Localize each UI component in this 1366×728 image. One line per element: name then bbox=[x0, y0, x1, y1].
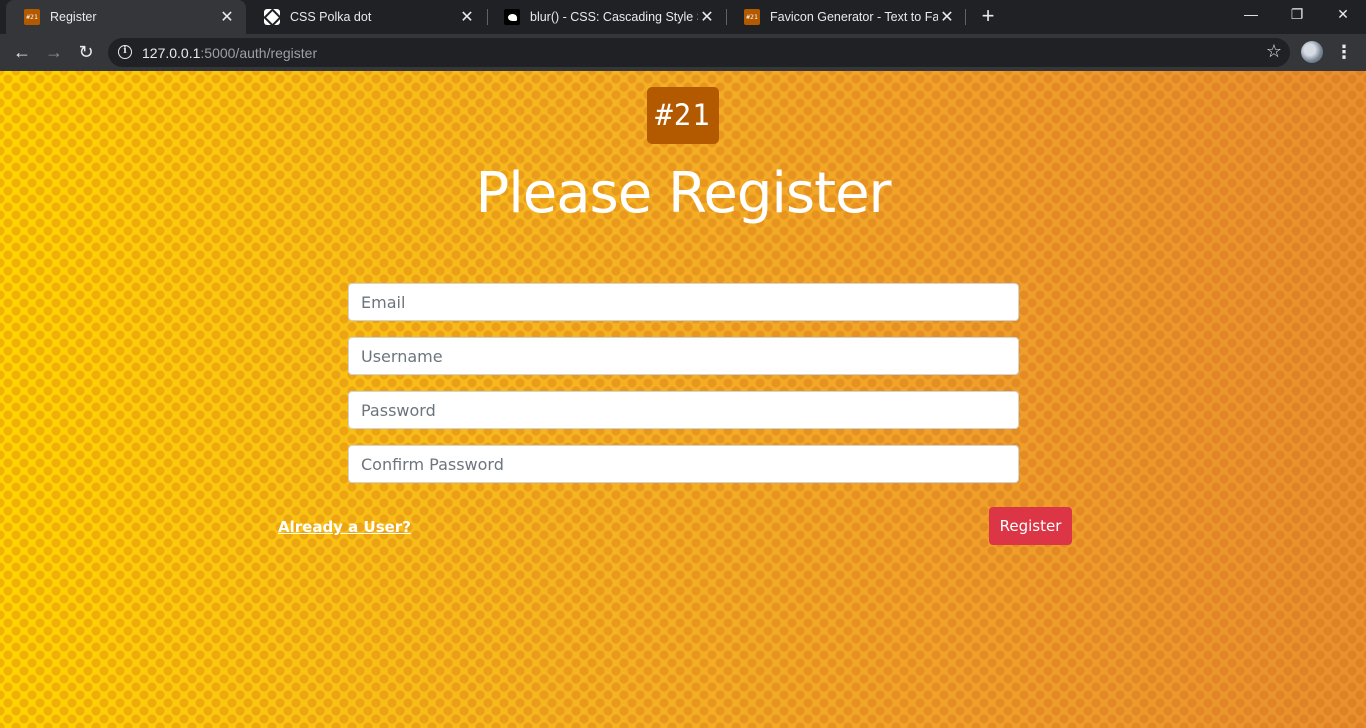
tab-title: CSS Polka dot bbox=[290, 10, 372, 24]
email-field[interactable] bbox=[348, 283, 1019, 321]
username-field[interactable] bbox=[348, 337, 1019, 375]
back-button[interactable]: ← bbox=[8, 38, 36, 66]
login-link[interactable]: Already a User? bbox=[278, 518, 411, 536]
page-title: Please Register bbox=[475, 161, 891, 226]
profile-avatar[interactable] bbox=[1301, 41, 1323, 63]
register-button[interactable]: Register bbox=[989, 507, 1072, 545]
tab-title: Favicon Generator - Text to Favic bbox=[770, 10, 938, 24]
site-logo: #21 bbox=[647, 87, 719, 144]
minimize-button[interactable]: — bbox=[1228, 0, 1274, 30]
tab-register[interactable]: #21 Register ✕ bbox=[6, 0, 246, 34]
browser-toolbar: ← → ↻ i 127.0.0.1:5000/auth/register ☆ ⋮ bbox=[0, 34, 1366, 71]
restore-button[interactable]: ❐ bbox=[1274, 0, 1320, 30]
tab-separator bbox=[965, 9, 966, 25]
tab-title: Register bbox=[50, 10, 97, 24]
url-text[interactable]: 127.0.0.1:5000/auth/register bbox=[142, 45, 317, 61]
reload-button[interactable]: ↻ bbox=[72, 38, 100, 66]
tab-strip: #21 Register ✕ CSS Polka dot ✕ blur() - … bbox=[0, 0, 1366, 34]
tab-close-icon[interactable]: ✕ bbox=[938, 7, 956, 27]
tab-blur-mdn[interactable]: blur() - CSS: Cascading Style Shee ✕ bbox=[486, 0, 726, 34]
address-bar[interactable]: i 127.0.0.1:5000/auth/register ☆ bbox=[108, 38, 1290, 67]
tab-close-icon[interactable]: ✕ bbox=[458, 7, 476, 27]
browser-menu-icon[interactable]: ⋮ bbox=[1334, 39, 1354, 67]
tab-favicon-generator[interactable]: #21 Favicon Generator - Text to Favic ✕ bbox=[726, 0, 966, 34]
url-path: :5000/auth/register bbox=[200, 45, 318, 61]
tab-css-polka-dot[interactable]: CSS Polka dot ✕ bbox=[246, 0, 486, 34]
password-field[interactable] bbox=[348, 391, 1019, 429]
tab-close-icon[interactable]: ✕ bbox=[218, 7, 236, 27]
info-icon[interactable]: i bbox=[118, 45, 132, 59]
confirm-password-field[interactable] bbox=[348, 445, 1019, 483]
tab-title: blur() - CSS: Cascading Style Shee bbox=[530, 10, 698, 24]
url-host: 127.0.0.1 bbox=[142, 45, 201, 61]
bookmark-star-icon[interactable]: ☆ bbox=[1266, 41, 1282, 62]
polka-icon bbox=[264, 9, 280, 25]
forward-button[interactable]: → bbox=[40, 38, 68, 66]
register-page: #21 Please Register Already a User? Regi… bbox=[0, 71, 1366, 728]
favicon-21-icon: #21 bbox=[744, 9, 760, 25]
new-tab-button[interactable]: + bbox=[976, 4, 1000, 30]
favicon-21-icon: #21 bbox=[24, 9, 40, 25]
window-close-button[interactable]: ✕ bbox=[1320, 0, 1366, 30]
mdn-icon bbox=[504, 9, 520, 25]
tab-close-icon[interactable]: ✕ bbox=[698, 7, 716, 27]
